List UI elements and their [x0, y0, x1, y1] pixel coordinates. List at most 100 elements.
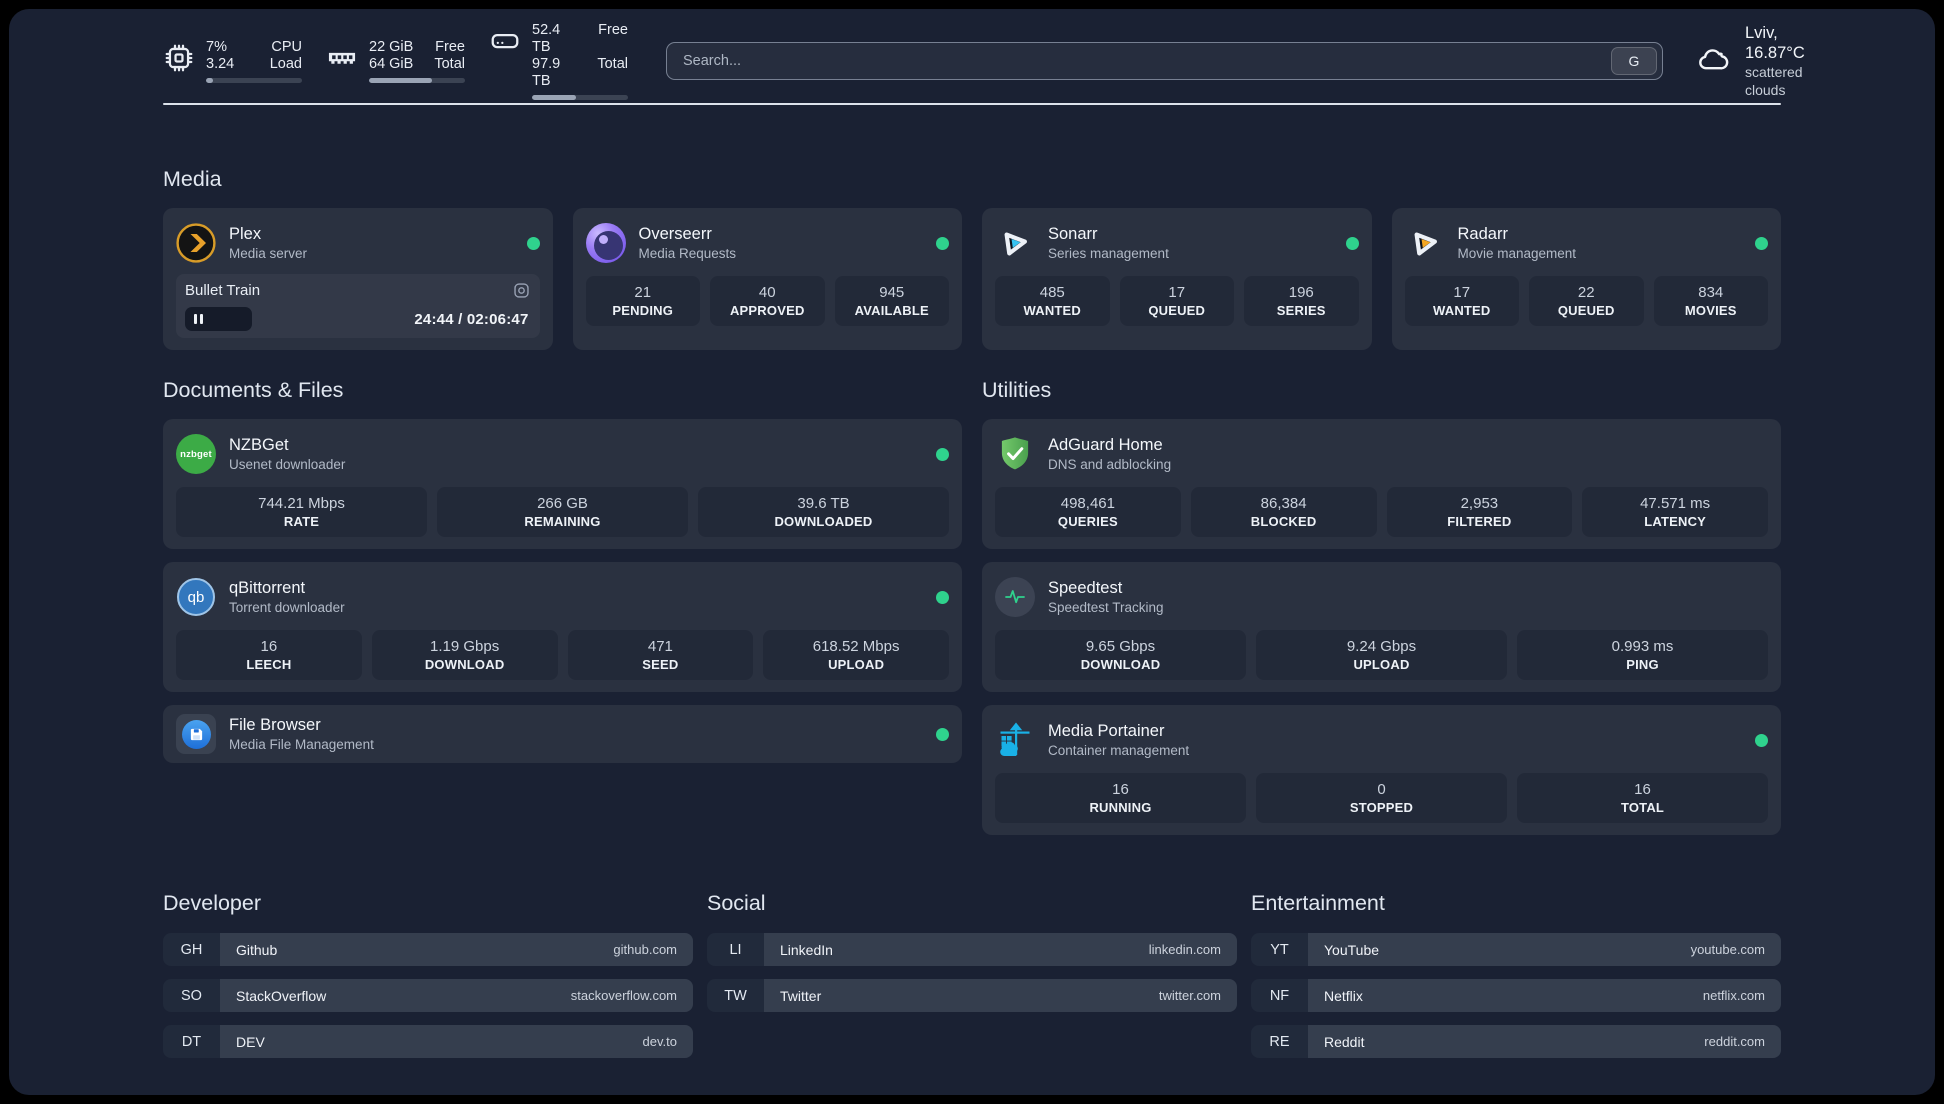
stat-label: APPROVED [729, 303, 805, 318]
bookmark-abbr: YT [1251, 933, 1308, 966]
app-card-radarr[interactable]: Radarr Movie management 17 WANTED 22 QUE… [1391, 208, 1781, 350]
bookmark-stackoverflow[interactable]: SO StackOverflow stackoverflow.com [163, 979, 693, 1012]
speedtest-icon [995, 577, 1035, 617]
stat-label: LATENCY [1644, 514, 1707, 529]
bookmark-name: StackOverflow [236, 987, 327, 1004]
app-card-adguard[interactable]: AdGuard Home DNS and adblocking 498,461 … [982, 419, 1781, 549]
disk-icon [489, 24, 521, 58]
stat-label: PENDING [612, 303, 674, 318]
bookmark-name: LinkedIn [780, 941, 833, 958]
media-cards-row: Plex Media server Bullet Train 24:44 / 0… [163, 208, 1781, 350]
bookmark-github[interactable]: GH Github github.com [163, 933, 693, 966]
app-title: AdGuard Home [1048, 436, 1163, 454]
stat-label: BLOCKED [1250, 514, 1317, 529]
bookmark-name: YouTube [1324, 941, 1380, 958]
app-card-speedtest[interactable]: Speedtest Speedtest Tracking 9.65 Gbps D… [982, 562, 1781, 692]
status-dot [1755, 733, 1768, 747]
app-title: File Browser [229, 716, 321, 734]
cpu-progress-fill [206, 78, 213, 83]
bookmark-name: Netflix [1324, 987, 1363, 1004]
stat-tile: 618.52 Mbps UPLOAD [763, 630, 949, 680]
bookmarks-entertainment: Entertainment YT YouTube youtube.com NF … [1251, 891, 1781, 1058]
section-title-social: Social [707, 891, 766, 915]
bookmark-youtube[interactable]: YT YouTube youtube.com [1251, 933, 1781, 966]
bookmark-url: github.com [613, 942, 677, 957]
app-description: Torrent downloader [229, 600, 345, 615]
stat-tile: 266 GB REMAINING [437, 487, 688, 537]
stat-tile: 2,953 FILTERED [1386, 487, 1573, 537]
bookmark-reddit[interactable]: RE Reddit reddit.com [1251, 1025, 1781, 1058]
app-description: Movie management [1457, 246, 1577, 261]
app-card-sonarr[interactable]: Sonarr Series management 485 WANTED 17 Q… [982, 208, 1372, 350]
stat-label: WANTED [1023, 303, 1082, 318]
app-card-nzbget[interactable]: nzbget NZBGet Usenet downloader 744.21 M… [163, 419, 962, 549]
portainer-icon [995, 720, 1035, 760]
bookmark-dev[interactable]: DT DEV dev.to [163, 1025, 693, 1058]
adguard-icon [995, 434, 1035, 474]
bookmark-abbr: RE [1251, 1025, 1308, 1058]
app-description: Container management [1048, 743, 1190, 758]
stat-label: FILTERED [1447, 514, 1512, 529]
app-card-filebrowser[interactable]: File Browser Media File Management [163, 705, 962, 763]
bookmark-netflix[interactable]: NF Netflix netflix.com [1251, 979, 1781, 1012]
stat-label: TOTAL [1620, 800, 1665, 815]
app-title: Media Portainer [1048, 722, 1165, 740]
search-input[interactable] [681, 52, 1611, 70]
stat-tile: 1.19 Gbps DOWNLOAD [371, 630, 558, 680]
bookmark-url: stackoverflow.com [570, 988, 677, 1003]
weather-location-temp: Lviv, 16.87°C [1745, 24, 1805, 62]
search-provider-button[interactable]: G [1611, 47, 1657, 75]
stat-value: 485 [1039, 284, 1065, 301]
stat-value: 834 [1698, 284, 1724, 301]
topbar: 7% CPU 3.24 Load 22 GiB Free 64 GiB Tota… [163, 22, 1805, 100]
disk-free-label: Free [598, 22, 628, 38]
status-dot [936, 590, 949, 604]
stat-tile: 9.24 Gbps UPLOAD [1256, 630, 1507, 680]
disk-total-label: Total [597, 56, 628, 72]
pause-icon[interactable] [194, 314, 203, 324]
disk-stat-widget: 52.4 TB Free 97.9 TB Total [489, 22, 628, 100]
stat-label: DOWNLOAD [1080, 657, 1161, 672]
bookmark-url: twitter.com [1158, 988, 1221, 1003]
app-card-portainer[interactable]: Media Portainer Container management 16 … [982, 705, 1781, 835]
webcam-icon [512, 281, 531, 300]
stat-label: REMAINING [524, 514, 601, 529]
app-title: qBittorrent [229, 579, 306, 597]
bookmark-abbr: SO [163, 979, 220, 1012]
stat-tile: 498,461 QUERIES [995, 487, 1181, 537]
app-description: DNS and adblocking [1048, 457, 1172, 472]
bookmark-abbr: TW [707, 979, 764, 1012]
qbittorrent-icon: qb [176, 577, 216, 617]
bookmark-name: Twitter [780, 987, 822, 1004]
filebrowser-icon [176, 714, 216, 754]
status-dot [936, 236, 949, 250]
stat-tile: 21 PENDING [585, 276, 700, 326]
sonarr-icon [995, 223, 1035, 263]
stat-tile: 834 MOVIES [1653, 276, 1768, 326]
stat-label: SEED [642, 657, 679, 672]
stat-tile: 16 LEECH [176, 630, 362, 680]
bookmark-twitter[interactable]: TW Twitter twitter.com [707, 979, 1237, 1012]
stat-value: 0.993 ms [1611, 638, 1674, 655]
stat-label: QUEUED [1148, 303, 1206, 318]
playback-progress-bar: 24:44 / 02:06:47 [185, 307, 531, 331]
bookmark-linkedin[interactable]: LI LinkedIn linkedin.com [707, 933, 1237, 966]
app-card-overseerr[interactable]: Overseerr Media Requests 21 PENDING 40 A… [572, 208, 962, 350]
nzbget-icon: nzbget [176, 434, 216, 474]
stat-label: RATE [283, 514, 320, 529]
stat-value: 618.52 Mbps [812, 638, 900, 655]
plex-now-playing: Bullet Train 24:44 / 02:06:47 [176, 274, 540, 338]
stat-tile: 945 AVAILABLE [834, 276, 949, 326]
stat-tile: 47.571 ms LATENCY [1582, 487, 1768, 537]
disk-total-value: 97.9 TB [532, 56, 561, 89]
app-card-plex[interactable]: Plex Media server Bullet Train 24:44 / 0… [163, 208, 553, 350]
app-title: NZBGet [229, 436, 289, 454]
app-description: Series management [1048, 246, 1169, 261]
section-title-media: Media [163, 167, 222, 191]
bookmark-name: DEV [236, 1033, 265, 1050]
app-card-qbittorrent[interactable]: qb qBittorrent Torrent downloader 16 LEE… [163, 562, 962, 692]
search-bar: G [666, 42, 1663, 80]
stat-label: UPLOAD [1353, 657, 1410, 672]
stat-label: DOWNLOADED [774, 514, 873, 529]
memory-total-label: Total [434, 56, 465, 72]
